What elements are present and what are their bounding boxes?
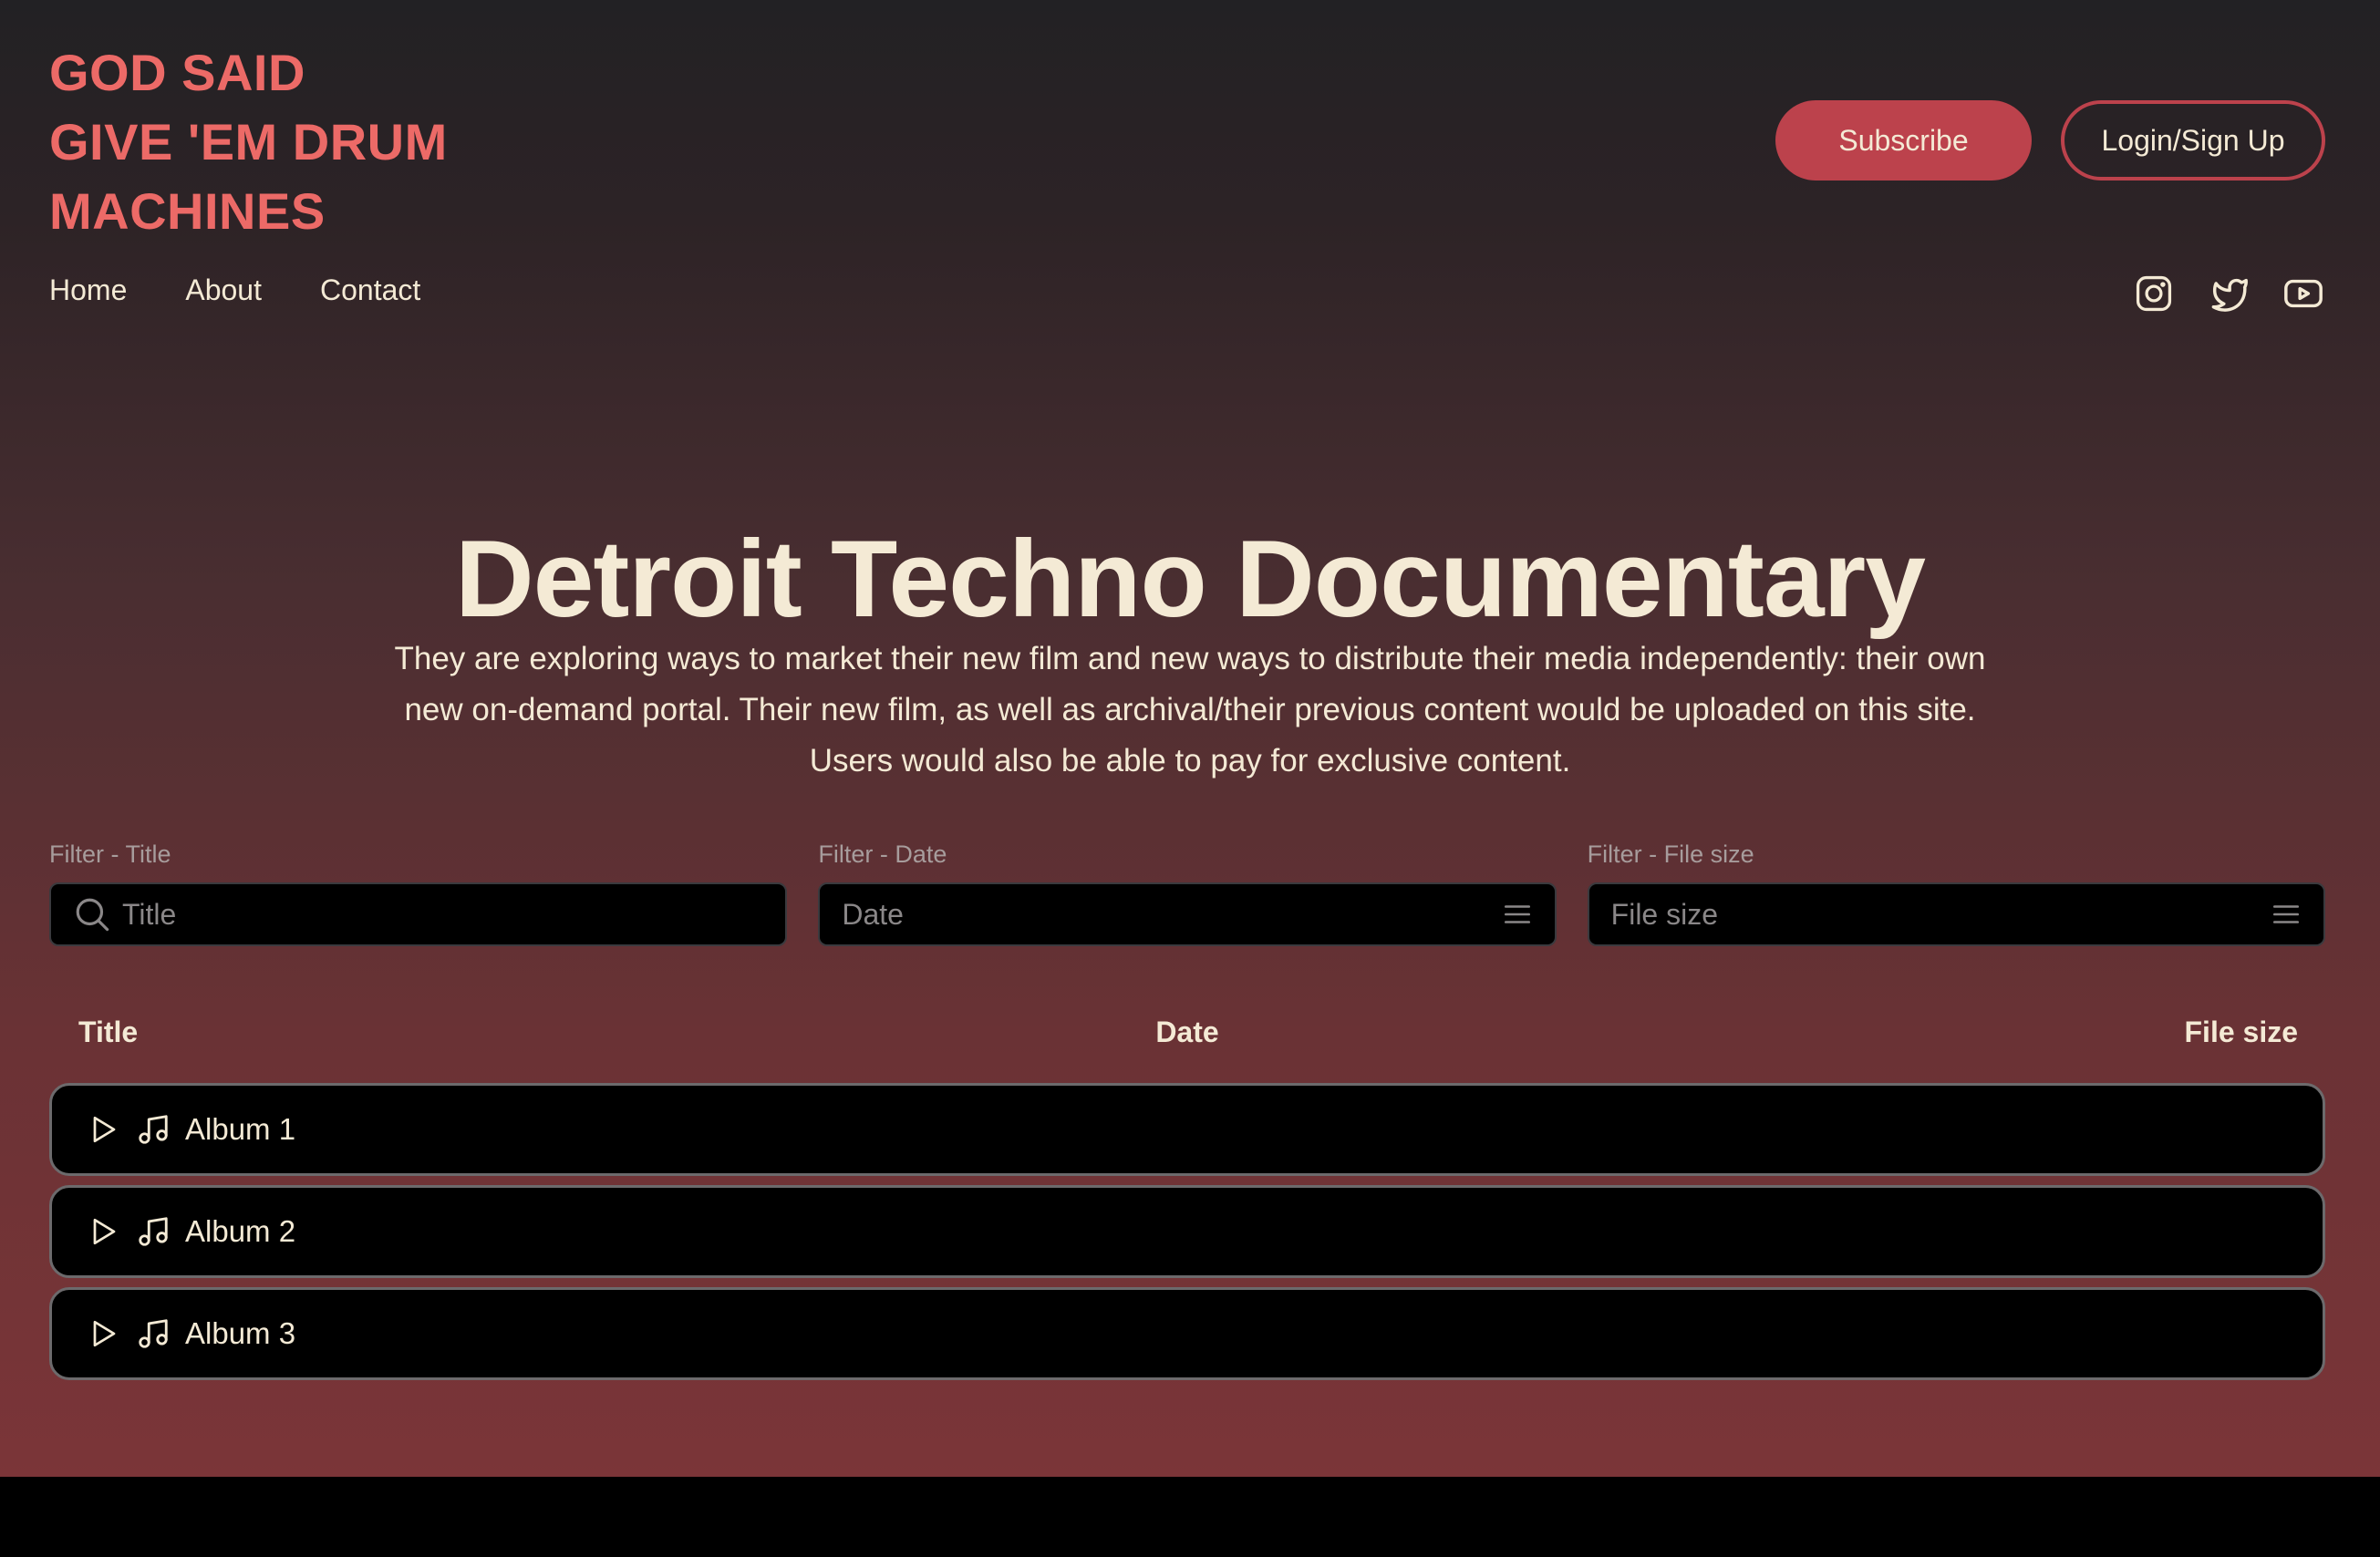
filter-date-box[interactable] [818, 882, 1557, 946]
menu-icon[interactable] [2271, 899, 2302, 930]
youtube-icon[interactable] [2282, 272, 2325, 315]
column-header-file-size[interactable]: File size [2185, 1010, 2299, 1054]
nav-item-home[interactable]: Home [49, 273, 127, 307]
nav-item-contact[interactable]: Contact [320, 273, 420, 307]
title-filter-input[interactable] [122, 897, 764, 932]
table-row[interactable]: Album 2 [49, 1185, 2325, 1278]
login-signup-button[interactable]: Login/Sign Up [2061, 100, 2325, 180]
filter-title-label: Filter - Title [49, 840, 171, 868]
filters: Filter - Title Filter - Date [49, 839, 2325, 946]
twitter-icon[interactable] [2207, 272, 2251, 315]
instagram-icon[interactable] [2132, 272, 2176, 315]
filter-size: Filter - File size [1587, 839, 2325, 946]
album-list: Album 1 Album 2 Album 3 [49, 1083, 2325, 1389]
nav-item-about[interactable]: About [185, 273, 262, 307]
play-icon[interactable] [87, 1215, 119, 1248]
filter-size-label: Filter - File size [1587, 840, 1754, 868]
play-icon[interactable] [87, 1113, 119, 1146]
music-note-icon [136, 1316, 171, 1351]
site-logo[interactable]: GOD SAID GIVE 'EM DRUM MACHINES [49, 38, 596, 246]
filter-title: Filter - Title [49, 839, 788, 946]
row-title: Album 1 [185, 1112, 296, 1146]
main-nav: Home About Contact [49, 273, 420, 307]
music-note-icon [136, 1214, 171, 1249]
table-row[interactable]: Album 3 [49, 1287, 2325, 1380]
column-header-date[interactable]: Date [49, 1010, 2325, 1054]
logo-line-1: GOD SAID [49, 44, 305, 101]
date-filter-input[interactable] [842, 897, 1491, 932]
logo-line-2: GIVE 'EM DRUM [49, 113, 448, 170]
size-filter-input[interactable] [1610, 897, 2260, 932]
footer-bar [0, 1477, 2380, 1557]
filter-date-label: Filter - Date [818, 840, 947, 868]
search-icon [73, 895, 111, 933]
filter-date: Filter - Date [818, 839, 1557, 946]
social-links [2132, 272, 2325, 315]
subscribe-button[interactable]: Subscribe [1775, 100, 2032, 180]
row-title: Album 3 [185, 1316, 296, 1350]
table-header: Date Title File size [49, 1010, 2325, 1054]
logo-line-3: MACHINES [49, 182, 326, 240]
filter-title-box[interactable] [49, 882, 788, 946]
column-header-title[interactable]: Title [78, 1010, 138, 1054]
filter-size-box[interactable] [1587, 882, 2325, 946]
row-title: Album 2 [185, 1214, 296, 1248]
page-description: They are exploring ways to market their … [394, 641, 1986, 778]
table-row[interactable]: Album 1 [49, 1083, 2325, 1176]
header-actions: Subscribe Login/Sign Up [1775, 100, 2325, 180]
play-icon[interactable] [87, 1317, 119, 1350]
page: GOD SAID GIVE 'EM DRUM MACHINES Subscrib… [0, 0, 2380, 1477]
music-note-icon [136, 1112, 171, 1147]
page-title: Detroit Techno Documentary [455, 518, 1926, 641]
menu-icon[interactable] [1502, 899, 1533, 930]
